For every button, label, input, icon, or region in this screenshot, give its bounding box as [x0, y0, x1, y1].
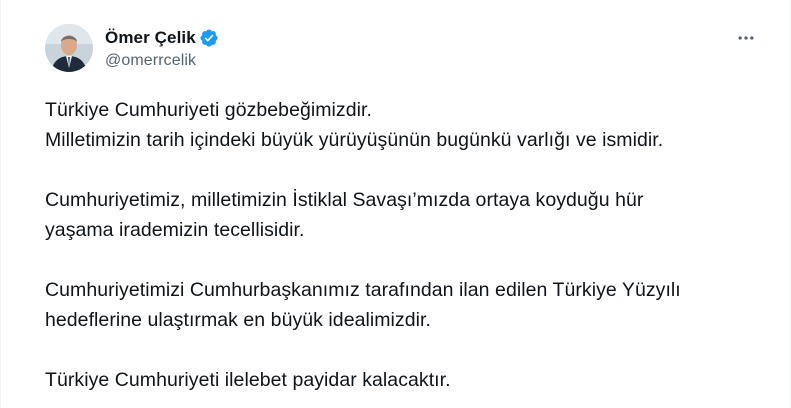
author-handle[interactable]: @omerrcelik: [105, 52, 219, 70]
avatar-image: [45, 24, 93, 72]
tweet-line: Cumhuriyetimiz, milletimizin İstiklal Sa…: [45, 189, 644, 211]
tweet-line: hedeflerine ulaştırmak en büyük idealimi…: [45, 309, 431, 331]
verified-badge-icon[interactable]: [199, 28, 219, 48]
tweet-line: Milletimizin tarih içindeki büyük yürüyü…: [45, 129, 664, 151]
more-options-button[interactable]: [732, 24, 760, 52]
tweet-line: Cumhuriyetimizi Cumhurbaşkanımız tarafın…: [45, 279, 681, 301]
tweet-header: Ömer Çelik @omerrcelik: [45, 24, 219, 72]
tweet-text: Türkiye Cumhuriyeti gözbebeğimizdir. Mil…: [45, 95, 765, 408]
tweet-paragraph: Cumhuriyetimizi Cumhurbaşkanımız tarafın…: [45, 275, 765, 335]
tweet-line: Türkiye Cumhuriyeti ilelebet payidar kal…: [45, 369, 451, 391]
tweet-paragraph: Cumhuriyetimiz, milletimizin İstiklal Sa…: [45, 185, 765, 245]
more-horizontal-icon: [738, 36, 754, 40]
tweet-paragraph: Türkiye Cumhuriyeti ilelebet payidar kal…: [45, 365, 765, 395]
tweet-line: yaşama irademizin tecellisidir.: [45, 219, 305, 241]
tweet-line: Türkiye Cumhuriyeti gözbebeğimizdir.: [45, 99, 372, 121]
author-display-name[interactable]: Ömer Çelik: [105, 28, 196, 48]
tweet-card: Ömer Çelik @omerrcelik Türkiye Cumhuriye…: [0, 0, 791, 408]
avatar[interactable]: [45, 24, 93, 72]
tweet-paragraph: Türkiye Cumhuriyeti gözbebeğimizdir. Mil…: [45, 95, 765, 155]
